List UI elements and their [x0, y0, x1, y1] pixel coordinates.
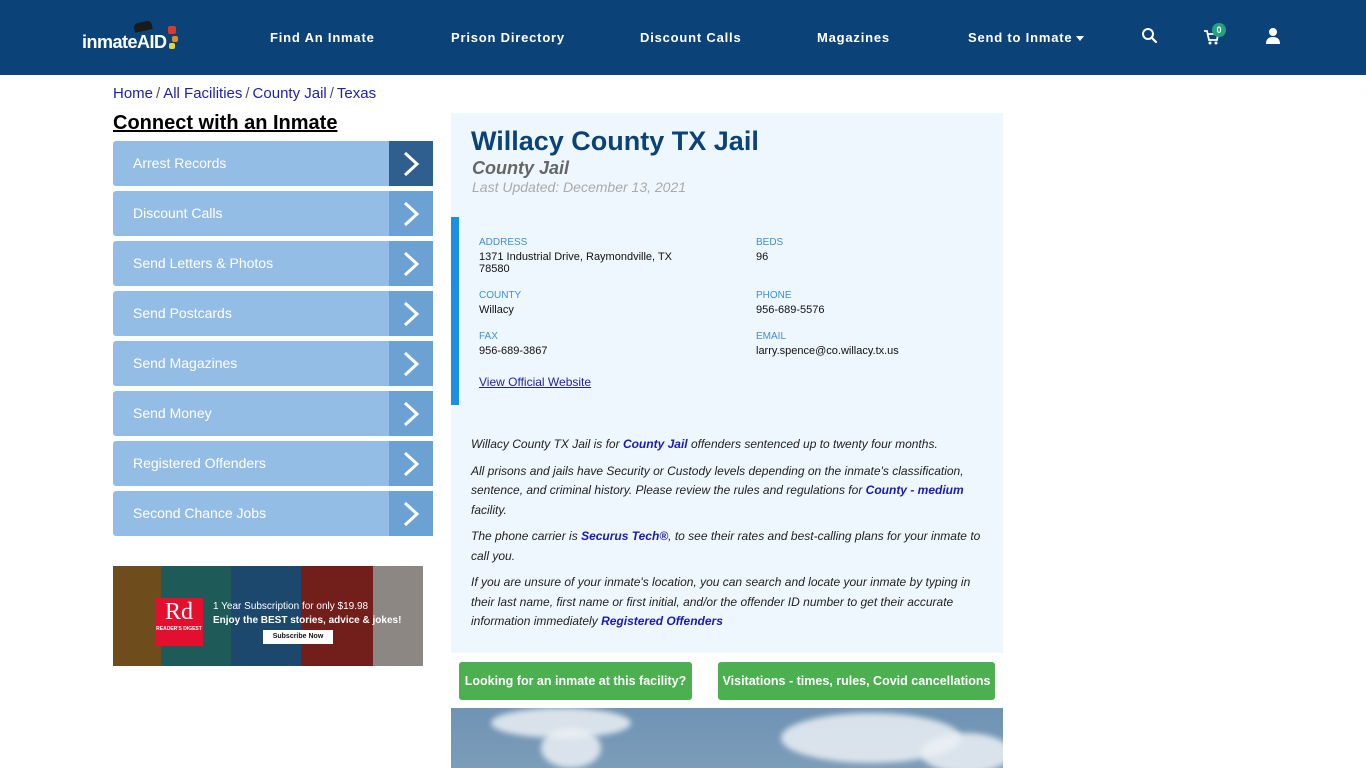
breadcrumb: Home / All Facilities / County Jail / Texas [113, 85, 376, 102]
fax-value: 956-689-3867 [479, 345, 548, 357]
inmateaid-logo[interactable]: inmateAID [82, 20, 182, 56]
registered-offenders-link[interactable]: Registered Offenders [601, 614, 723, 628]
facility-title: Willacy County TX Jail [471, 126, 759, 156]
breadcrumb-texas[interactable]: Texas [337, 85, 376, 102]
nav-prison-directory[interactable]: Prison Directory [451, 30, 565, 45]
readers-digest-logo: Rd READER'S DIGEST [155, 598, 203, 646]
description-paragraph: All prisons and jails have Security or C… [471, 463, 964, 517]
sidebar-item-label: Send Money [133, 405, 212, 421]
chevron-right-icon [403, 201, 420, 227]
breadcrumb-home[interactable]: Home [113, 85, 153, 102]
sidebar-item-send-letters-photos[interactable]: Send Letters & Photos [113, 241, 433, 286]
breadcrumb-separator: / [329, 85, 334, 102]
address-value: 1371 Industrial Drive, Raymondville, TX [479, 251, 672, 263]
subscribe-now-button[interactable]: Subscribe Now [263, 630, 333, 644]
county-jail-link[interactable]: County Jail [623, 437, 688, 451]
official-website-link[interactable]: View Official Website [479, 375, 591, 389]
securus-tech-link[interactable]: Securus Tech® [581, 529, 668, 543]
sidebar-title: Connect with an Inmate [113, 112, 338, 134]
user-icon[interactable] [1264, 27, 1282, 45]
email-value: larry.spence@co.willacy.tx.us [756, 345, 899, 357]
description-paragraph: The phone carrier is Securus Tech®, to s… [471, 529, 981, 563]
nav-find-an-inmate[interactable]: Find An Inmate [270, 30, 375, 45]
fax-label: FAX [479, 331, 498, 342]
leaf-icon [168, 26, 176, 34]
sidebar-item-label: Send Postcards [133, 305, 232, 321]
visitations-button[interactable]: Visitations - times, rules, Covid cancel… [718, 662, 995, 700]
description-paragraph: Willacy County TX Jail is for County Jai… [471, 437, 938, 451]
nav-magazines[interactable]: Magazines [817, 30, 890, 45]
sidebar-item-send-postcards[interactable]: Send Postcards [113, 291, 433, 336]
leaf-icon [172, 36, 178, 42]
chevron-right-icon [403, 401, 420, 427]
sidebar-item-send-magazines[interactable]: Send Magazines [113, 341, 433, 386]
chevron-right-icon [403, 451, 420, 477]
cart-count-badge: 0 [1212, 23, 1226, 37]
phone-value: 956-689-5576 [756, 304, 825, 316]
sidebar-item-label: Send Magazines [133, 355, 238, 371]
nav-send-to-inmate[interactable]: Send to Inmate [968, 30, 1085, 45]
county-medium-link[interactable]: County - medium [866, 483, 964, 497]
last-updated: Last Updated: December 13, 2021 [472, 179, 687, 195]
zip-value: 78580 [479, 263, 510, 275]
facility-info: ADDRESS 1371 Industrial Drive, Raymondvi… [451, 217, 1003, 405]
sidebar-item-label: Arrest Records [133, 155, 227, 171]
chevron-right-icon [403, 251, 420, 277]
address-label: ADDRESS [479, 237, 528, 248]
chevron-right-icon [403, 151, 420, 177]
sidebar-item-label: Send Letters & Photos [133, 255, 274, 271]
description-paragraph: If you are unsure of your inmate's locat… [471, 575, 971, 628]
breadcrumb-separator: / [156, 85, 161, 102]
sidebar-item-label: Registered Offenders [133, 455, 266, 471]
caret-down-icon [1076, 36, 1085, 42]
sidebar-item-second-chance-jobs[interactable]: Second Chance Jobs [113, 491, 433, 536]
logo-text: inmateAID [82, 32, 167, 52]
county-value: Willacy [479, 304, 514, 316]
facility-photo [451, 708, 1003, 768]
ad-offer-text: 1 Year Subscription for only $19.98 [213, 601, 369, 612]
facility-description: Willacy County TX Jail is for County Jai… [471, 435, 986, 639]
sidebar-item-label: Discount Calls [133, 205, 223, 221]
top-nav: inmateAID Find An Inmate Prison Director… [0, 0, 1366, 75]
sidebar-item-label: Second Chance Jobs [133, 505, 267, 521]
ad-tagline: Enjoy the BEST stories, advice & jokes! [213, 615, 402, 626]
sidebar-item-send-money[interactable]: Send Money [113, 391, 433, 436]
sidebar-item-arrest-records[interactable]: Arrest Records [113, 141, 433, 186]
leaf-icon [169, 43, 175, 49]
phone-label: PHONE [756, 290, 792, 301]
search-icon[interactable] [1141, 27, 1159, 45]
find-inmate-at-facility-button[interactable]: Looking for an inmate at this facility? [459, 662, 692, 700]
chevron-right-icon [403, 351, 420, 377]
sidebar-item-discount-calls[interactable]: Discount Calls [113, 191, 433, 236]
chevron-right-icon [403, 301, 420, 327]
email-label: EMAIL [756, 331, 787, 342]
nav-discount-calls[interactable]: Discount Calls [640, 30, 742, 45]
sidebar-item-registered-offenders[interactable]: Registered Offenders [113, 441, 433, 486]
pilgrim-hat-icon [133, 20, 153, 33]
nav-send-to-inmate-label: Send to Inmate [968, 30, 1073, 45]
breadcrumb-separator: / [245, 85, 250, 102]
facility-card: Willacy County TX Jail County Jail Last … [451, 113, 1003, 653]
county-label: COUNTY [479, 290, 522, 301]
breadcrumb-all-facilities[interactable]: All Facilities [163, 85, 242, 102]
facility-type: County Jail [472, 158, 570, 178]
sidebar-menu: Arrest Records Discount Calls Send Lette… [113, 141, 433, 541]
readers-digest-ad[interactable]: Rd READER'S DIGEST 1 Year Subscription f… [113, 566, 423, 666]
beds-value: 96 [756, 251, 769, 263]
chevron-right-icon [403, 501, 420, 527]
breadcrumb-county-jail[interactable]: County Jail [253, 85, 327, 102]
beds-label: BEDS [756, 237, 784, 248]
